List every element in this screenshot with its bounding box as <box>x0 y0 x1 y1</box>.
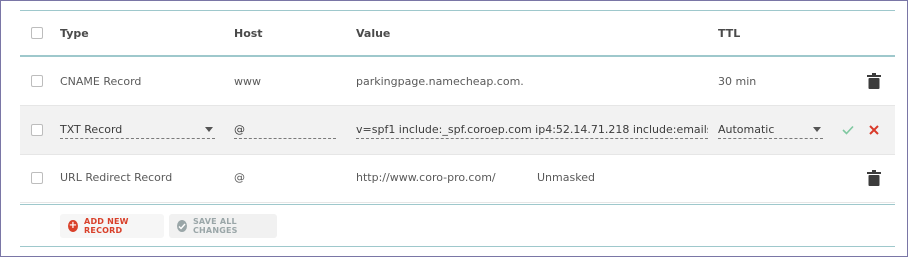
delete-button[interactable] <box>867 57 881 105</box>
add-new-record-label: ADD NEW RECORD <box>84 217 129 235</box>
row-checkbox[interactable] <box>31 171 43 184</box>
table-bottom-divider <box>20 204 895 205</box>
caret-down-icon <box>813 127 821 132</box>
check-icon <box>842 125 854 135</box>
ttl-select[interactable]: Automatic <box>718 121 823 139</box>
caret-down-icon <box>205 127 213 132</box>
select-all-cell <box>31 11 43 55</box>
record-value: http://www.coro-pro.com/ <box>356 171 496 184</box>
record-type-select[interactable]: TXT Record <box>60 121 215 139</box>
close-icon <box>869 125 879 135</box>
table-row: CNAME Record www parkingpage.namecheap.c… <box>20 57 895 106</box>
header-type: Type <box>60 26 89 40</box>
record-type: CNAME Record <box>60 74 142 88</box>
table-row: URL Redirect Record @ http://www.coro-pr… <box>20 153 895 203</box>
redirect-mode: Unmasked <box>537 171 595 184</box>
value-input-value: v=spf1 include:_spf.coroep.com ip4:52.14… <box>356 123 708 136</box>
check-circle-icon <box>177 220 187 232</box>
record-ttl: 30 min <box>718 74 757 88</box>
table-row-editing: TXT Record @ v=spf1 include:_spf.coroep.… <box>20 105 895 155</box>
value-input[interactable]: v=spf1 include:_spf.coroep.com ip4:52.14… <box>356 121 708 139</box>
ttl-select-value: Automatic <box>718 123 775 136</box>
header-value: Value <box>356 26 391 40</box>
save-all-changes-label: SAVE ALL CHANGES <box>192 217 238 235</box>
row-checkbox[interactable] <box>31 75 43 87</box>
confirm-button[interactable] <box>842 106 854 154</box>
record-type: URL Redirect Record <box>60 171 173 184</box>
cancel-button[interactable] <box>869 106 879 154</box>
host-input-value: @ <box>234 123 245 136</box>
row-checkbox[interactable] <box>31 124 43 136</box>
delete-button[interactable] <box>867 153 881 202</box>
plus-circle-icon: + <box>68 220 79 232</box>
select-all-checkbox[interactable] <box>31 27 43 39</box>
footer-divider <box>20 246 895 247</box>
header-host: Host <box>234 26 263 40</box>
record-value: parkingpage.namecheap.com. <box>356 74 524 88</box>
table-header: Type Host Value TTL <box>20 11 895 57</box>
add-new-record-button[interactable]: + ADD NEW RECORD <box>60 214 164 238</box>
save-all-changes-button[interactable]: SAVE ALL CHANGES <box>169 214 277 238</box>
host-input[interactable]: @ <box>234 121 336 139</box>
record-host: @ <box>234 171 245 184</box>
trash-icon <box>867 169 881 186</box>
record-type-value: TXT Record <box>60 123 123 136</box>
header-ttl: TTL <box>718 26 741 40</box>
record-host: www <box>234 74 261 88</box>
trash-icon <box>867 73 881 89</box>
